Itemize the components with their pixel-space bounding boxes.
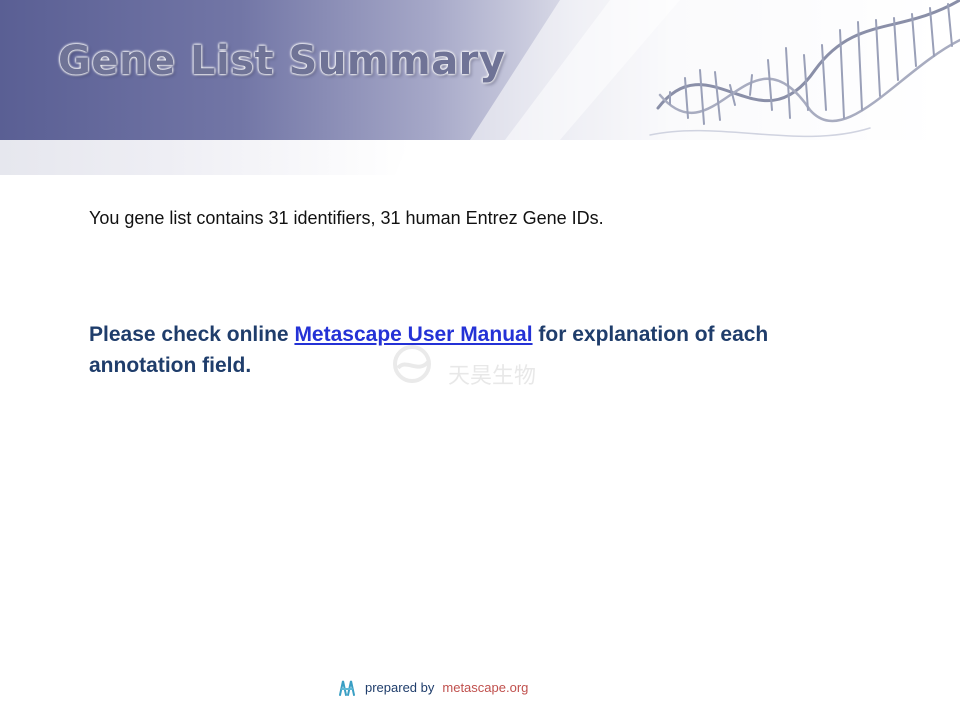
dna-helix-icon [649, 0, 960, 138]
manual-note: Please check online Metascape User Manua… [89, 319, 829, 381]
page-title: Gene List Summary [58, 38, 506, 84]
footer-site-link[interactable]: metascape.org [442, 680, 528, 695]
metascape-user-manual-link[interactable]: Metascape User Manual [294, 323, 532, 346]
footer: prepared by metascape.org [337, 677, 528, 697]
footer-prepared-by: prepared by [365, 679, 435, 695]
manual-note-prefix: Please check online [89, 323, 295, 346]
metascape-logo-icon [339, 680, 355, 696]
gene-list-summary-text: You gene list contains 31 identifiers, 3… [89, 208, 604, 228]
